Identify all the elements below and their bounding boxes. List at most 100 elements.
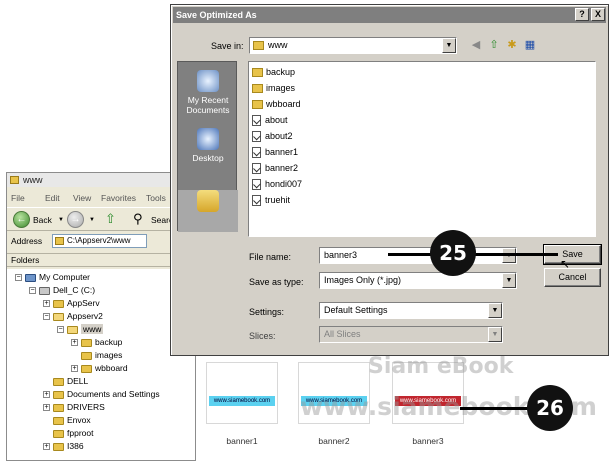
file-item-label: wbboard [266, 99, 301, 109]
folder-icon [53, 299, 64, 308]
file-name-value: banner3 [324, 250, 358, 260]
menu-tools[interactable]: Tools [146, 193, 166, 203]
file-item[interactable]: hondi007 [252, 177, 302, 191]
places-recent-documents[interactable]: My Recent Documents [178, 70, 238, 115]
chevron-down-icon[interactable]: ▼ [488, 303, 502, 318]
chevron-down-icon[interactable]: ▼ [502, 273, 516, 288]
expand-icon[interactable]: + [71, 339, 78, 347]
file-item-label: hondi007 [265, 179, 303, 189]
expand-icon[interactable]: + [43, 391, 50, 399]
tree-node-label: My Computer [39, 272, 91, 282]
collapse-icon[interactable]: − [43, 313, 50, 321]
folder-item[interactable]: images [252, 81, 295, 95]
tree-node-label: Envox [67, 415, 91, 425]
save-as-type-dropdown[interactable]: Images Only (*.jpg) ▼ [319, 272, 517, 289]
tree-node[interactable]: DELL [43, 375, 88, 388]
tree-node[interactable]: + wbboard [71, 362, 128, 375]
settings-dropdown[interactable]: Default Settings ▼ [319, 302, 503, 319]
my-documents-icon [197, 190, 219, 212]
forward-arrow-icon[interactable]: → [67, 211, 84, 228]
tree-node[interactable]: − My Computer [15, 271, 90, 284]
file-item-label: banner1 [265, 147, 299, 157]
close-button[interactable]: X [591, 8, 605, 21]
places-desktop[interactable]: Desktop [178, 128, 238, 163]
back-icon[interactable]: ◀ [469, 38, 483, 52]
file-item[interactable]: banner2 [252, 161, 298, 175]
recent-documents-label: My Recent Documents [186, 95, 230, 115]
file-item[interactable]: about [252, 113, 288, 127]
menu-edit[interactable]: Edit [45, 193, 60, 203]
menu-file[interactable]: File [11, 193, 25, 203]
new-folder-icon[interactable]: ✱ [505, 38, 519, 52]
tree-node[interactable]: − Dell_C (C:) [29, 284, 95, 297]
tree-node[interactable]: images [71, 349, 122, 362]
folder-up-icon[interactable]: ⇧ [105, 211, 119, 227]
file-item[interactable]: banner1 [252, 145, 298, 159]
expand-icon[interactable]: + [43, 300, 50, 308]
collapse-icon[interactable]: − [57, 326, 64, 334]
address-value: C:\Appserv2\www [67, 236, 131, 245]
cancel-button[interactable]: Cancel [544, 268, 601, 287]
explorer-menu-bar: File Edit View Favorites Tools [7, 191, 195, 205]
dialog-title-bar[interactable]: Save Optimized As ? X [173, 7, 606, 23]
address-input[interactable]: C:\Appserv2\www [52, 234, 147, 248]
tree-node-label: fpproot [67, 428, 94, 438]
document-icon [252, 147, 261, 159]
folder-icon [67, 325, 78, 334]
tree-node[interactable]: + I386 [43, 440, 84, 453]
tree-node[interactable]: Envox [43, 414, 91, 427]
menu-view[interactable]: View [73, 193, 91, 203]
folder-tree: − My Computer − Dell_C (C:) + AppServ − Appserv… [7, 269, 195, 460]
tree-node-label: AppServ [67, 298, 100, 308]
watermark-title: Siam eBook [368, 354, 514, 379]
slices-label: Slices: [249, 331, 276, 341]
search-icon[interactable]: ⚲ [133, 211, 143, 227]
tree-node-label: Documents and Settings [67, 389, 160, 399]
expand-icon[interactable]: + [71, 365, 78, 373]
save-in-dropdown[interactable]: www ▼ [249, 37, 457, 54]
collapse-icon[interactable]: − [29, 287, 36, 295]
menu-favorites[interactable]: Favorites [101, 193, 136, 203]
chevron-down-icon[interactable]: ▼ [58, 217, 64, 223]
help-button[interactable]: ? [575, 8, 589, 21]
explorer-title-bar[interactable]: www [7, 173, 195, 187]
folder-icon [53, 442, 64, 451]
view-menu-icon[interactable]: ▦ [523, 38, 537, 52]
tree-node[interactable]: − Appserv2 [43, 310, 103, 323]
folder-item[interactable]: backup [252, 65, 295, 79]
folder-item[interactable]: wbboard [252, 97, 301, 111]
chevron-down-icon[interactable]: ▼ [442, 38, 456, 53]
places-my-documents[interactable] [178, 190, 238, 232]
tree-node[interactable]: + backup [71, 336, 122, 349]
expand-icon[interactable]: + [43, 443, 50, 451]
folder-icon [252, 84, 263, 94]
file-item[interactable]: truehit [252, 193, 290, 207]
tree-node-label: images [95, 350, 123, 360]
file-item-label: about2 [265, 131, 293, 141]
collapse-icon[interactable]: − [15, 274, 22, 282]
file-list[interactable]: backup images wbboard about about2 banner1 ban… [248, 61, 596, 237]
explorer-window: www File Edit View Favorites Tools ← Bac… [6, 172, 196, 461]
up-folder-icon[interactable]: ⇧ [487, 38, 501, 52]
callout-badge: 26 [527, 385, 573, 431]
tree-node[interactable]: + DRIVERS [43, 401, 105, 414]
back-button-label[interactable]: Back [33, 215, 52, 225]
expand-icon[interactable]: + [43, 404, 50, 412]
folder-icon [53, 377, 64, 386]
tree-node[interactable]: + AppServ [43, 297, 100, 310]
computer-icon [25, 273, 36, 282]
file-item[interactable]: about2 [252, 129, 293, 143]
recent-documents-icon [197, 70, 219, 92]
back-arrow-icon[interactable]: ← [13, 211, 30, 228]
tree-node[interactable]: + Documents and Settings [43, 388, 160, 401]
save-in-label: Save in: [211, 41, 244, 51]
banner-thumbnail[interactable]: www.siamebook.com [206, 362, 278, 424]
tree-node[interactable]: fpproot [43, 427, 93, 440]
explorer-title: www [23, 175, 43, 185]
chevron-down-icon[interactable]: ▼ [89, 217, 95, 223]
tree-node-label: DELL [67, 376, 89, 386]
tree-node-label: www [81, 324, 104, 334]
tree-node[interactable]: − www [57, 323, 104, 336]
explorer-toolbar: ← Back ▼ → ▼ ⇧ ⚲ Search [7, 207, 195, 231]
address-bar: Address C:\Appserv2\www [7, 233, 195, 249]
